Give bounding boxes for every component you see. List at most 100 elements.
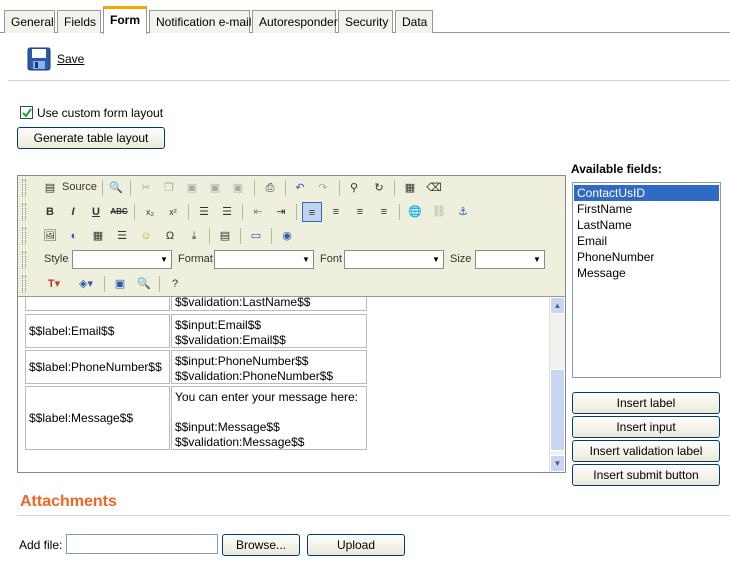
toolbar-separator xyxy=(209,228,210,244)
tab-fields[interactable]: Fields xyxy=(57,10,101,33)
available-fields-list[interactable]: ContactUsID FirstName LastName Email Pho… xyxy=(572,182,721,378)
toolbar-separator xyxy=(159,276,160,292)
field-item-lastname[interactable]: LastName xyxy=(574,217,719,233)
source-icon[interactable]: ▤ xyxy=(40,178,60,198)
cut-icon[interactable]: ✂ xyxy=(136,178,156,198)
editor-content[interactable]: $$validation:LastName$$ $$label:Email$$ … xyxy=(18,297,549,472)
smiley-icon[interactable]: ☺ xyxy=(136,226,156,246)
custom-layout-checkbox[interactable] xyxy=(20,106,33,119)
paste-text-icon[interactable]: ▣ xyxy=(205,178,225,198)
generate-table-layout-button[interactable]: Generate table layout xyxy=(17,127,165,149)
format-select[interactable]: ▼ xyxy=(214,250,314,269)
save-icon[interactable] xyxy=(27,47,51,71)
replace-icon[interactable]: ↻ xyxy=(369,178,389,198)
tab-notification-email[interactable]: Notification e-mail xyxy=(149,10,251,33)
copy-icon[interactable]: ❐ xyxy=(159,178,179,198)
insert-label-button[interactable]: Insert label xyxy=(572,392,720,414)
table-cell-input: You can enter your message here: $$input… xyxy=(171,386,367,450)
scrollbar-thumb[interactable] xyxy=(550,369,565,451)
strikethrough-icon[interactable]: ABC xyxy=(109,202,129,222)
show-blocks-icon[interactable]: 🔍 xyxy=(134,274,154,294)
redo-icon[interactable]: ↷ xyxy=(313,178,333,198)
bold-icon[interactable]: B xyxy=(40,202,60,222)
insert-submit-button-button[interactable]: Insert submit button xyxy=(572,464,720,486)
horizontal-rule-icon[interactable]: ☰ xyxy=(112,226,132,246)
align-center-icon[interactable]: ≡ xyxy=(326,202,346,222)
align-left-icon[interactable]: ≡ xyxy=(302,202,322,222)
link-icon[interactable]: 🌐 xyxy=(405,202,425,222)
file-path-input[interactable] xyxy=(66,534,218,554)
print-icon[interactable]: ⎙ xyxy=(260,178,280,198)
editor-scrollbar[interactable]: ▲ ▼ xyxy=(549,297,565,472)
background-color-icon[interactable]: ◈▾ xyxy=(72,274,100,294)
paste-icon[interactable]: ▣ xyxy=(182,178,202,198)
insert-input-button[interactable]: Insert input xyxy=(572,416,720,438)
text-color-icon[interactable]: T▾ xyxy=(40,274,68,294)
help-icon[interactable]: ? xyxy=(165,274,185,294)
undo-icon[interactable]: ↶ xyxy=(290,178,310,198)
outdent-icon[interactable]: ⇤ xyxy=(248,202,268,222)
field-item-email[interactable]: Email xyxy=(574,233,719,249)
message-validation-text: $$validation:Message$$ xyxy=(175,435,305,449)
tab-form[interactable]: Form xyxy=(103,6,147,34)
media-icon[interactable]: ◉ xyxy=(277,226,297,246)
find-icon[interactable]: ⚲ xyxy=(344,178,364,198)
table-cell-label: $$label:PhoneNumber$$ xyxy=(25,350,170,384)
template-icon[interactable]: ▤ xyxy=(215,226,235,246)
indent-icon[interactable]: ⇥ xyxy=(271,202,291,222)
browse-button[interactable]: Browse... xyxy=(222,534,300,556)
scroll-up-icon[interactable]: ▲ xyxy=(550,297,565,314)
chevron-down-icon: ▼ xyxy=(302,255,310,264)
preview-icon[interactable]: 🔍 xyxy=(106,178,126,198)
underline-icon[interactable]: U xyxy=(86,202,106,222)
italic-icon[interactable]: I xyxy=(63,202,83,222)
bulleted-list-icon[interactable]: ☰ xyxy=(217,202,237,222)
tab-data[interactable]: Data xyxy=(395,10,433,33)
font-select[interactable]: ▼ xyxy=(344,250,444,269)
field-item-phonenumber[interactable]: PhoneNumber xyxy=(574,249,719,265)
attachments-heading: Attachments xyxy=(20,493,117,510)
page-break-icon[interactable]: ⤓ xyxy=(184,226,204,246)
numbered-list-icon[interactable]: ☰ xyxy=(194,202,214,222)
justify-icon[interactable]: ≡ xyxy=(374,202,394,222)
upload-button[interactable]: Upload xyxy=(307,534,405,556)
flash-icon[interactable]: ◐ xyxy=(64,226,84,246)
field-item-message[interactable]: Message xyxy=(574,265,719,281)
table-cell-input: $$validation:LastName$$ xyxy=(171,297,367,311)
format-label: Format xyxy=(178,253,213,265)
align-right-icon[interactable]: ≡ xyxy=(350,202,370,222)
image-icon[interactable]: 🖼 xyxy=(40,226,60,246)
toolbar-row-5: T▾ ◈▾ ▣ 🔍 ? xyxy=(22,272,562,296)
special-char-icon[interactable]: Ω xyxy=(160,226,180,246)
source-label[interactable]: Source xyxy=(62,181,97,193)
field-item-contactusid[interactable]: ContactUsID xyxy=(574,185,719,201)
chevron-down-icon: ▼ xyxy=(533,255,541,264)
email-validation-text: $$validation:Email$$ xyxy=(175,333,286,347)
paste-word-icon[interactable]: ▣ xyxy=(228,178,248,198)
tab-security[interactable]: Security xyxy=(338,10,393,33)
anchor-icon[interactable]: ⚓ xyxy=(453,202,473,222)
superscript-icon[interactable]: x² xyxy=(163,202,183,222)
divider xyxy=(17,515,730,516)
size-select[interactable]: ▼ xyxy=(475,250,545,269)
table-cell-input: $$input:PhoneNumber$$ $$validation:Phone… xyxy=(171,350,367,384)
scroll-down-icon[interactable]: ▼ xyxy=(550,455,565,472)
save-link[interactable]: Save xyxy=(57,52,84,66)
insert-validation-label-button[interactable]: Insert validation label xyxy=(572,440,720,462)
table-icon[interactable]: ▦ xyxy=(88,226,108,246)
phone-input-text: $$input:PhoneNumber$$ xyxy=(175,354,309,368)
tab-autoresponder[interactable]: Autoresponder xyxy=(252,10,338,33)
unlink-icon[interactable]: ⛓ xyxy=(429,202,449,222)
toolbar-separator xyxy=(188,204,189,220)
chevron-down-icon: ▼ xyxy=(160,255,168,264)
remove-format-icon[interactable]: ⌫ xyxy=(424,178,444,198)
iframe-icon[interactable]: ▭ xyxy=(246,226,266,246)
style-select[interactable]: ▼ xyxy=(72,250,172,269)
select-all-icon[interactable]: ▦ xyxy=(400,178,420,198)
toolbar-separator xyxy=(134,204,135,220)
subscript-icon[interactable]: x₂ xyxy=(140,202,160,222)
field-item-firstname[interactable]: FirstName xyxy=(574,201,719,217)
maximize-icon[interactable]: ▣ xyxy=(110,274,130,294)
tab-general[interactable]: General xyxy=(4,10,55,33)
